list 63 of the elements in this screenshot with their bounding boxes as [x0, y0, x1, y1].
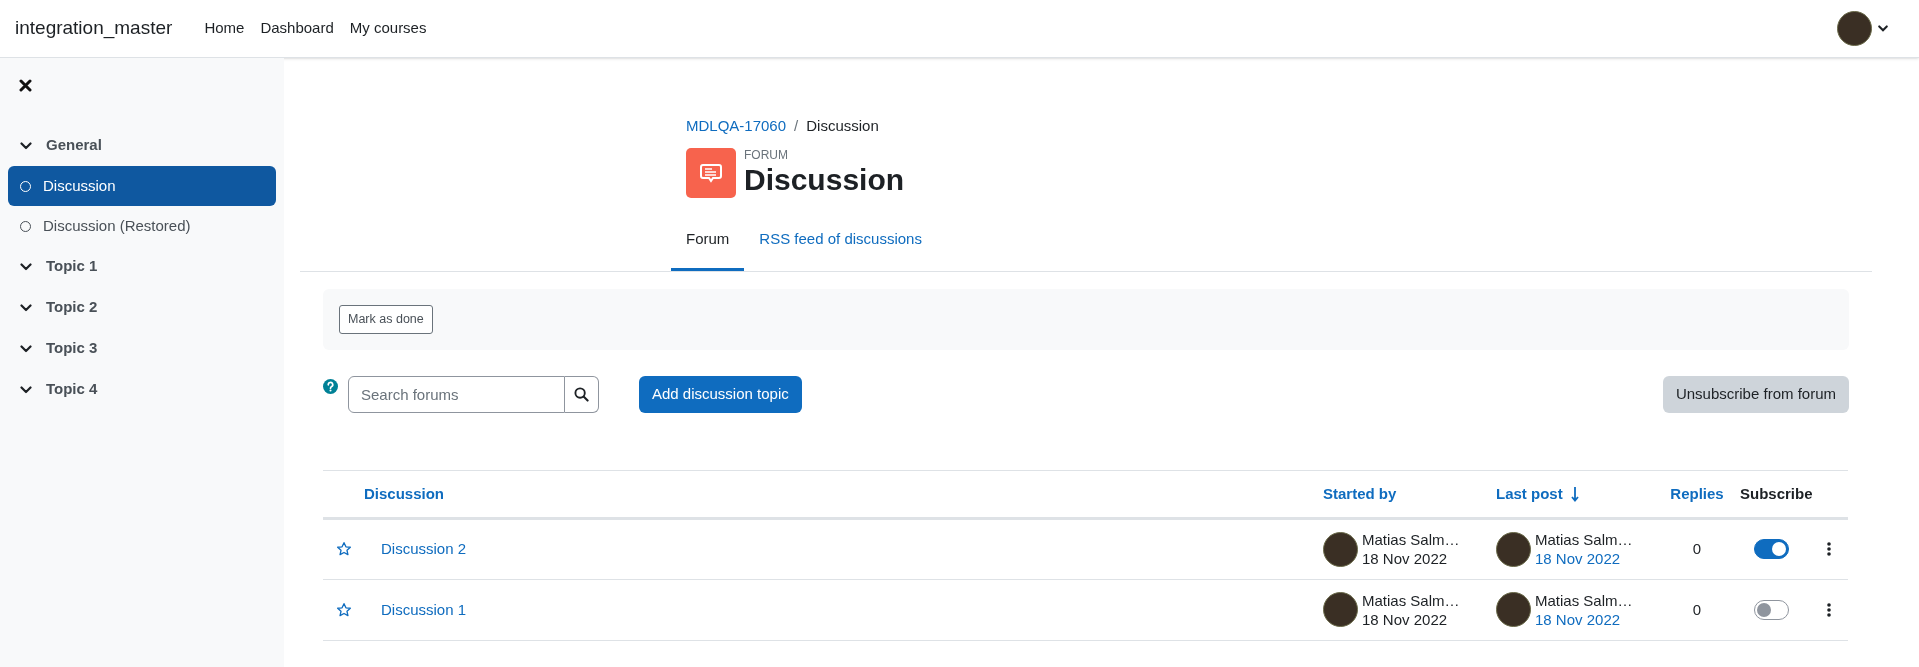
- post-date: 18 Nov 2022: [1362, 609, 1449, 629]
- chevron-down-icon: [20, 303, 32, 312]
- subscribe-toggle[interactable]: [1754, 539, 1789, 559]
- close-button[interactable]: [18, 78, 32, 92]
- tab[interactable]: Forum: [671, 211, 745, 271]
- avatar: [1837, 11, 1872, 46]
- chevron-down-icon: [20, 141, 32, 150]
- more-options-icon[interactable]: [1827, 542, 1831, 556]
- column-header: Subscribe: [1740, 483, 1813, 504]
- section-title[interactable]: General: [46, 134, 102, 157]
- column-header[interactable]: Last post: [1496, 482, 1579, 505]
- post-date[interactable]: 18 Nov 2022: [1535, 609, 1633, 629]
- mark-as-done-button[interactable]: Mark as done: [339, 304, 433, 334]
- search-icon: [574, 386, 589, 402]
- subscribe-toggle[interactable]: [1754, 599, 1789, 620]
- tab[interactable]: RSS feed of discussions: [744, 211, 937, 271]
- nav-link[interactable]: Dashboard: [260, 17, 334, 40]
- nav-link[interactable]: Home: [204, 17, 245, 40]
- forum-icon: [686, 147, 736, 198]
- breadcrumb-item: Discussion: [806, 116, 879, 136]
- section-title[interactable]: Topic 3: [46, 337, 98, 360]
- section-title[interactable]: Topic 4: [46, 378, 98, 401]
- add-discussion-button[interactable]: Add discussion topic: [639, 375, 802, 413]
- chevron-down-icon: [20, 262, 32, 271]
- column-header[interactable]: Discussion: [364, 482, 445, 505]
- breadcrumb-separator: /: [794, 116, 799, 136]
- discussion-link[interactable]: Discussion 1: [381, 600, 467, 618]
- avatar: [1323, 531, 1358, 567]
- nav-link[interactable]: My courses: [349, 17, 427, 40]
- author-name: Matias Salm…: [1535, 530, 1633, 549]
- breadcrumb-item[interactable]: MDLQA-17060: [686, 115, 787, 138]
- avatar: [1323, 592, 1358, 627]
- post-date[interactable]: 18 Nov 2022: [1535, 549, 1633, 568]
- author-name: Matias Salm…: [1535, 590, 1633, 610]
- unsubscribe-button[interactable]: Unsubscribe from forum: [1662, 375, 1849, 413]
- discussion-link[interactable]: Discussion 2: [381, 540, 467, 557]
- search-field[interactable]: Search forums: [348, 375, 565, 413]
- avatar: [1496, 592, 1531, 627]
- star-icon[interactable]: [336, 601, 352, 618]
- section-title[interactable]: Topic 1: [46, 255, 98, 278]
- caret-icon[interactable]: [1878, 25, 1888, 32]
- star-icon[interactable]: [336, 541, 352, 557]
- chevron-down-icon: [20, 385, 32, 394]
- page-title: Discussion: [744, 161, 905, 198]
- search-button[interactable]: [565, 375, 599, 413]
- section-title[interactable]: Topic 2: [46, 296, 98, 319]
- sort-arrow-icon: [1570, 485, 1579, 502]
- replies-count: 0: [1692, 540, 1702, 557]
- activity-type: FORUM: [744, 147, 789, 162]
- column-header[interactable]: Started by: [1323, 482, 1397, 505]
- column-header[interactable]: Replies: [1670, 482, 1724, 505]
- site-name[interactable]: integration_master: [15, 14, 173, 43]
- chevron-down-icon: [20, 344, 32, 353]
- post-date: 18 Nov 2022: [1362, 549, 1449, 568]
- avatar: [1496, 531, 1531, 567]
- activity-item[interactable]: Discussion (Restored): [8, 206, 276, 246]
- help-icon[interactable]: [323, 378, 338, 394]
- replies-count: 0: [1692, 600, 1702, 618]
- author-name: Matias Salm…: [1362, 590, 1460, 610]
- close-icon: [18, 78, 32, 92]
- activity-item[interactable]: Discussion: [8, 166, 276, 206]
- more-options-icon[interactable]: [1827, 602, 1831, 617]
- author-name: Matias Salm…: [1362, 530, 1460, 549]
